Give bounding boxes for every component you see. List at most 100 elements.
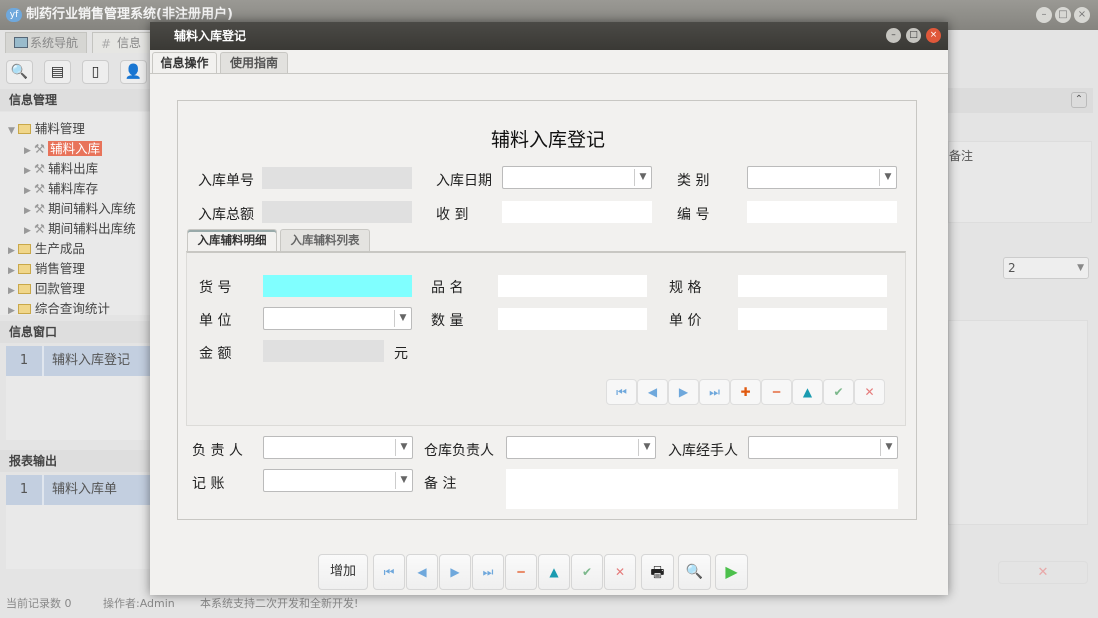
next-button[interactable]: ▶: [439, 554, 471, 590]
run-icon[interactable]: ▶: [715, 554, 748, 590]
tree-folder-payment[interactable]: ▶ 回款管理: [8, 278, 85, 297]
label-item-no: 货 号: [199, 280, 232, 296]
folder-icon: [17, 304, 31, 314]
tab-system-nav[interactable]: 系统导航: [5, 32, 87, 53]
label-responsible: 负 责 人: [192, 443, 243, 459]
add-button[interactable]: 增加: [318, 554, 368, 590]
info-mgmt-header: 信息管理: [0, 89, 150, 111]
date-combo[interactable]: ▼: [502, 166, 652, 189]
grid-icon: #: [101, 37, 112, 51]
remark-textarea[interactable]: [506, 469, 898, 509]
notice: 本系统支持二次开发和全新开发!: [200, 597, 359, 610]
tree-item-fuliao-ruku[interactable]: ▶ ⚒ 辅料入库: [24, 138, 103, 157]
tab-list[interactable]: 入库辅料列表: [280, 229, 370, 251]
tab-info-ops[interactable]: 信息操作: [152, 52, 217, 73]
operator: 操作者:Admin: [103, 597, 175, 610]
tree-folder-fuliao[interactable]: ▼ 辅料管理: [8, 118, 85, 137]
maximize-icon[interactable]: □: [1055, 7, 1071, 23]
label-unit: 单 位: [199, 313, 232, 329]
dialog-minimize-icon[interactable]: –: [886, 28, 901, 43]
chevron-down-icon: ▼: [879, 169, 896, 186]
list-item[interactable]: 1 辅料入库登记: [6, 346, 150, 376]
edit-row-button[interactable]: ▲: [792, 379, 823, 405]
chevron-down-icon: ▼: [395, 472, 412, 489]
delete-button[interactable]: ━: [505, 554, 537, 590]
print-preview-icon[interactable]: 🔍: [678, 554, 711, 590]
handler-combo[interactable]: ▼: [748, 436, 898, 459]
last-record-button[interactable]: ⏭: [699, 379, 730, 405]
spec-field[interactable]: [738, 275, 887, 297]
label-item-name: 品 名: [431, 280, 464, 296]
tree-item-fuliao-kucun[interactable]: ▶ ⚒ 辅料库存: [24, 178, 98, 197]
delete-row-button[interactable]: ━: [761, 379, 792, 405]
folder-icon: [17, 244, 31, 254]
category-combo[interactable]: ▼: [747, 166, 897, 189]
list-item[interactable]: 1 辅料入库单: [6, 475, 150, 505]
chevron-down-icon: ▼: [395, 439, 412, 456]
next-record-button[interactable]: ▶: [668, 379, 699, 405]
tab-detail[interactable]: 入库辅料明细: [187, 229, 277, 251]
tree-item-fuliao-chuku[interactable]: ▶ ⚒ 辅料出库: [24, 158, 98, 177]
label-warehouse-resp: 仓库负责人: [424, 443, 494, 459]
first-button[interactable]: ⏮: [373, 554, 405, 590]
prev-record-button[interactable]: ◀: [637, 379, 668, 405]
cancel-button[interactable]: ✕: [604, 554, 636, 590]
chevron-down-icon: ▼: [880, 439, 897, 456]
unit-combo[interactable]: ▼: [263, 307, 412, 330]
collapse-icon[interactable]: ⌃: [1071, 92, 1087, 108]
tree-item-period-in[interactable]: ▶ ⚒ 期间辅料入库统: [24, 198, 136, 217]
list-tool-icon[interactable]: ▤: [44, 60, 71, 84]
bookkeeping-combo[interactable]: ▼: [263, 469, 413, 492]
record-count: 当前记录数 0: [6, 597, 72, 610]
close-icon[interactable]: ×: [1074, 7, 1090, 23]
tree-folder-query[interactable]: ▶ 综合查询统计: [8, 298, 110, 315]
tool-icon: ⚒: [33, 161, 46, 176]
tree-item-period-out[interactable]: ▶ ⚒ 期间辅料出库统: [24, 218, 136, 237]
chevron-down-icon: ▼: [638, 439, 655, 456]
item-name-field[interactable]: [498, 275, 647, 297]
dialog-close-icon[interactable]: ×: [926, 28, 941, 43]
warehouse-resp-combo[interactable]: ▼: [506, 436, 656, 459]
tab-info[interactable]: # 信息: [92, 32, 152, 53]
right-list: [948, 320, 1088, 525]
first-record-button[interactable]: ⏮: [606, 379, 637, 405]
label-total: 入库总额: [198, 207, 254, 223]
add-row-button[interactable]: ✚: [730, 379, 761, 405]
right-cancel-button[interactable]: ✕: [998, 561, 1088, 584]
user-tool-icon[interactable]: 👤: [120, 60, 147, 84]
minimize-icon[interactable]: –: [1036, 7, 1052, 23]
edit-button[interactable]: ▲: [538, 554, 570, 590]
total-field: [262, 201, 412, 223]
received-field[interactable]: [502, 201, 652, 223]
search-tool-icon[interactable]: 🔍: [6, 60, 33, 84]
amount-field: [263, 340, 384, 362]
label-received: 收 到: [436, 207, 469, 223]
item-no-field[interactable]: [263, 275, 412, 297]
price-field[interactable]: [738, 308, 887, 330]
cancel-row-button[interactable]: ✕: [854, 379, 885, 405]
document-tool-icon[interactable]: ▯: [82, 60, 109, 84]
tab-guide[interactable]: 使用指南: [220, 52, 288, 73]
nav-tree: ▼ 辅料管理 ▶ ⚒ 辅料入库 ▶ ⚒ 辅料出库 ▶ ⚒ 辅料库存 ▶ ⚒ 期间辅料入库统 ▶ ⚒ 期…: [0, 112, 150, 315]
label-remark: 备 注: [424, 476, 457, 492]
number-field[interactable]: [747, 201, 897, 223]
tool-icon: ⚒: [33, 201, 46, 216]
tree-folder-sales[interactable]: ▶ 销售管理: [8, 258, 85, 277]
responsible-combo[interactable]: ▼: [263, 436, 413, 459]
label-amount: 金 额: [199, 346, 232, 362]
tree-folder-production[interactable]: ▶ 生产成品: [8, 238, 85, 257]
print-icon[interactable]: 🖶: [641, 554, 674, 590]
last-button[interactable]: ⏭: [472, 554, 504, 590]
label-order-no: 入库单号: [198, 173, 254, 189]
order-no-field: [262, 167, 412, 189]
save-button[interactable]: ✔: [571, 554, 603, 590]
dialog-maximize-icon[interactable]: □: [906, 28, 921, 43]
confirm-row-button[interactable]: ✔: [823, 379, 854, 405]
label-yuan: 元: [394, 346, 408, 362]
qty-field[interactable]: [498, 308, 647, 330]
prev-button[interactable]: ◀: [406, 554, 438, 590]
page-select[interactable]: 2 ▼: [1003, 257, 1089, 279]
tool-icon: ⚒: [33, 181, 46, 196]
chevron-down-icon: ▼: [394, 310, 411, 327]
form-panel: 辅料入库登记 入库单号 入库日期 ▼ 类 别 ▼ 入库总额 收 到 编 号 入库…: [177, 100, 917, 520]
